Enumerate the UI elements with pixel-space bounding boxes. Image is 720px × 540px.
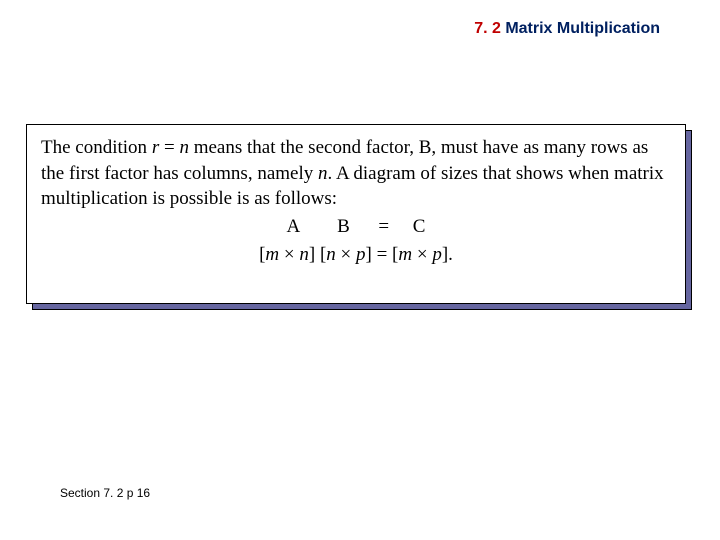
equation-line-1: A B = C xyxy=(41,214,671,240)
bracket: ]. xyxy=(442,244,453,265)
var-m: m xyxy=(265,244,279,265)
text-run: × xyxy=(336,244,356,265)
var-n: n xyxy=(318,163,328,184)
section-number: 7. 2 xyxy=(474,20,501,37)
text-run: × xyxy=(412,244,432,265)
equation-symbols: A B = C xyxy=(287,216,426,237)
slide-header: 7. 2 Matrix Multiplication xyxy=(0,0,720,38)
var-m: m xyxy=(398,244,412,265)
text-run: × xyxy=(279,244,299,265)
equation-line-2: [m × n] [n × p] = [m × p]. xyxy=(41,242,671,268)
paragraph: The condition r = n means that the secon… xyxy=(41,135,671,212)
var-n: n xyxy=(179,137,189,158)
var-n: n xyxy=(326,244,336,265)
var-p: p xyxy=(356,244,366,265)
content-panel: The condition r = n means that the secon… xyxy=(26,124,686,304)
var-n: n xyxy=(299,244,309,265)
text-run: The condition xyxy=(41,137,152,158)
slide-footer: Section 7. 2 p 16 xyxy=(60,486,150,500)
section-title: Matrix Multiplication xyxy=(505,20,660,37)
bracket: ] = [ xyxy=(366,244,399,265)
text-run: = xyxy=(159,137,179,158)
var-p: p xyxy=(432,244,442,265)
bracket: ] [ xyxy=(309,244,326,265)
